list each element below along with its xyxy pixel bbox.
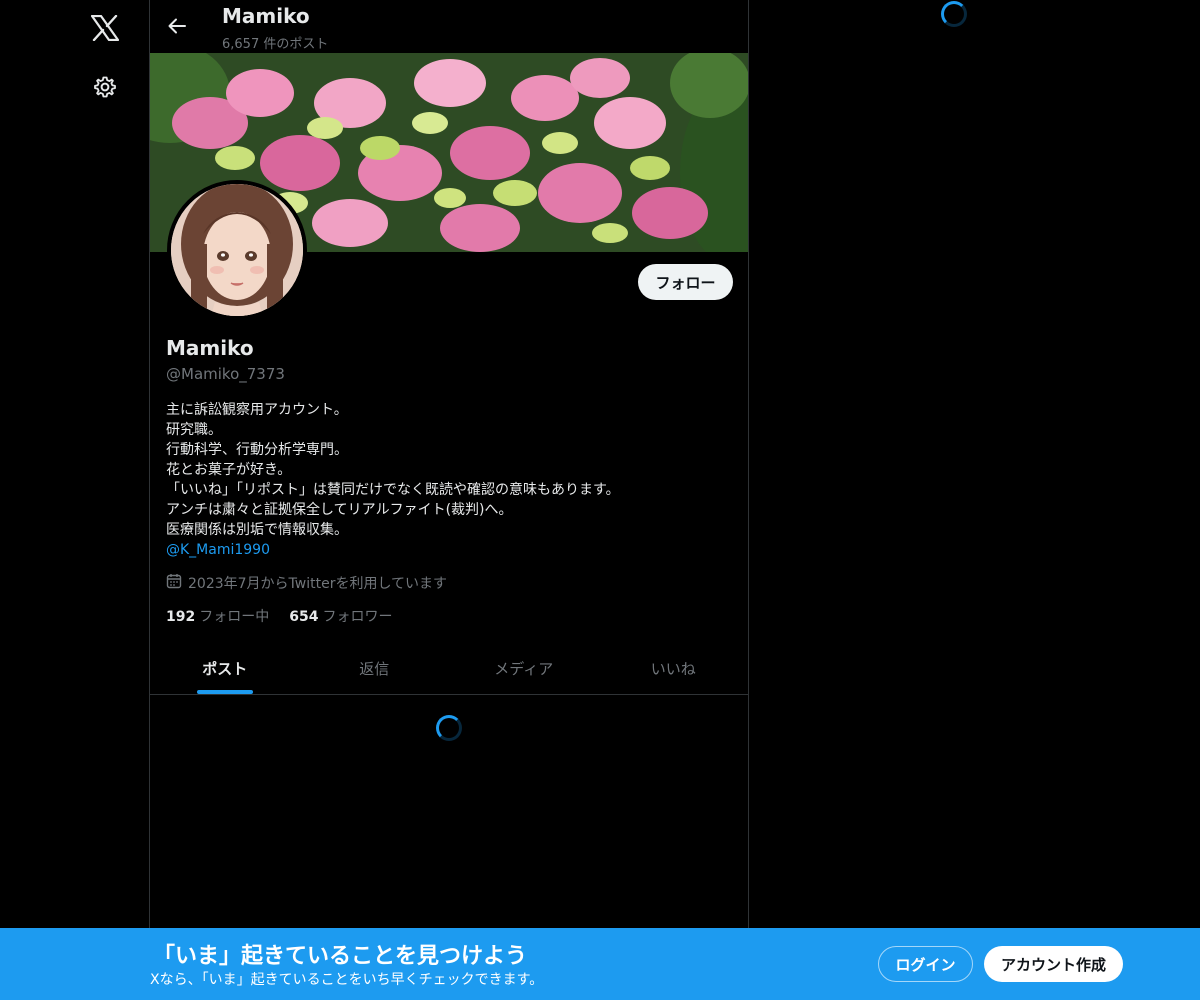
header-post-count: 6,657 件のポスト [222,37,329,52]
bio-line: 行動科学、行動分析学専門。 [166,442,348,458]
tab-label: ポスト [202,660,248,678]
loading-spinner-icon [436,715,462,741]
login-button[interactable]: ログイン [878,946,973,982]
left-nav [0,0,150,1000]
tab-label: 返信 [359,660,390,678]
followers-label: フォロワー [322,609,393,625]
signup-prompt-title: 「いま」起きていることを見つけよう [153,944,528,969]
bio-line: 主に訴訟観察用アカウント。 [166,402,348,418]
tab-media[interactable]: メディア [449,643,599,694]
loading-spinner-icon [941,1,967,27]
tab-replies[interactable]: 返信 [300,643,450,694]
profile-bio: 主に訴訟観察用アカウント。 研究職。 行動科学、行動分析学専門。 花とお菓子が好… [166,400,736,560]
calendar-icon [166,573,182,593]
followers-count: 654 [289,609,319,625]
gear-icon[interactable] [91,73,119,101]
profile-handle: @Mamiko_7373 [166,365,285,383]
follow-button[interactable]: フォロー [638,264,733,300]
joined-date: 2023年7月からTwitterを利用しています [166,573,447,593]
header-profile-name: Mamiko [222,4,310,28]
avatar[interactable] [167,180,307,320]
tab-label: いいね [650,660,696,678]
tab-likes[interactable]: いいね [599,643,749,694]
bio-line: 花とお菓子が好き。 [166,462,292,478]
bio-line: 医療関係は別垢で情報収集。 [166,522,348,538]
bio-mention-link[interactable]: @K_Mami1990 [166,540,736,560]
following-label: フォロー中 [199,609,270,625]
bio-line: 研究職。 [166,422,222,438]
tab-label: メディア [494,660,554,678]
profile-tabs: ポスト 返信 メディア いいね [150,643,748,695]
following-count: 192 [166,609,196,625]
profile-display-name: Mamiko [166,336,254,360]
followers-link[interactable]: 654 フォロワー [289,606,392,626]
following-link[interactable]: 192 フォロー中 [166,606,269,626]
tab-posts[interactable]: ポスト [150,643,300,694]
signup-prompt-subtitle: Xなら、「いま」起きていることをいち早くチェックできます。 [150,972,544,988]
profile-header-bar: Mamiko 6,657 件のポスト [150,0,748,53]
joined-text: 2023年7月からTwitterを利用しています [188,576,448,592]
create-account-button[interactable]: アカウント作成 [984,946,1123,982]
follow-stats: 192 フォロー中 654 フォロワー [166,606,392,626]
active-tab-indicator [196,690,253,694]
signup-prompt-bar: 「いま」起きていることを見つけよう Xなら、「いま」起きていることをいち早くチェ… [0,928,1200,1000]
profile-column: Mamiko 6,657 件のポスト フォロー Mamiko @Mamiko_7… [149,0,749,1000]
x-logo-icon[interactable] [87,10,123,46]
bio-line: 「いいね」「リポスト」は賛同だけでなく既読や確認の意味もあります。 [166,482,620,498]
bio-line: アンチは粛々と証拠保全してリアルファイト(裁判)へ。 [166,502,513,518]
arrow-left-icon[interactable] [164,13,190,39]
